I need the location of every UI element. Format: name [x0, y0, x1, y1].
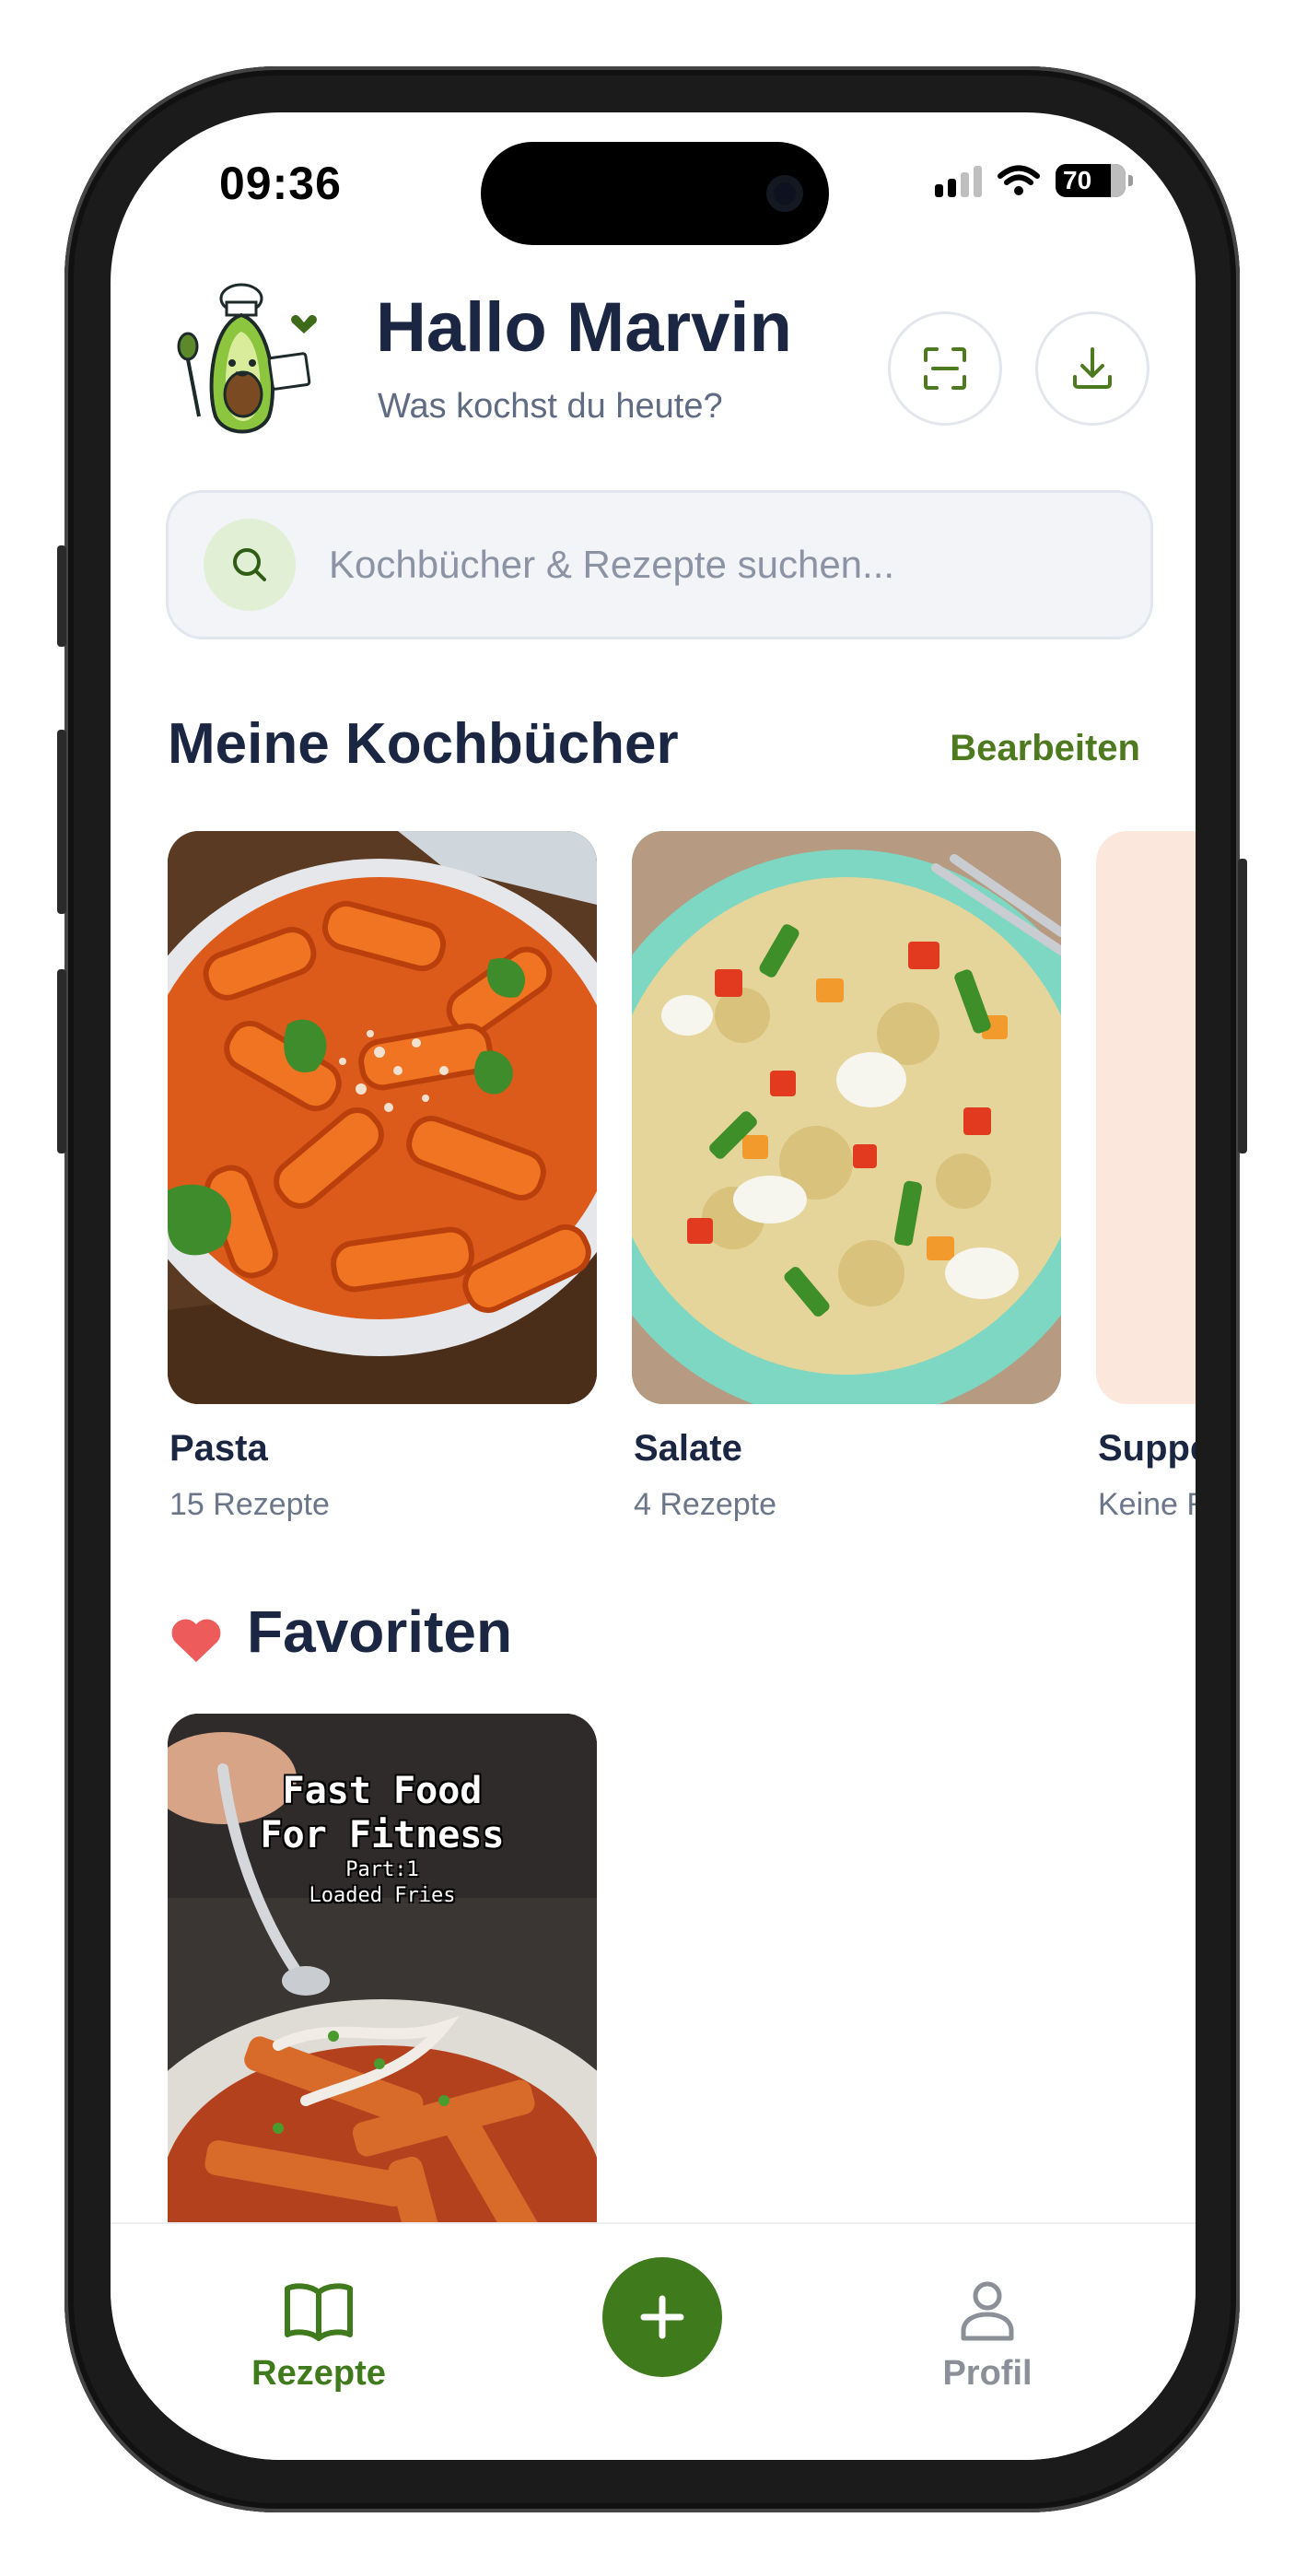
- favorite-title-line1: Fast Food: [282, 1770, 483, 1812]
- volume-down-button: [57, 969, 66, 1153]
- dynamic-island: [481, 142, 829, 245]
- favorite-recipe-card[interactable]: Fast Food For Fitness Part:1 Loaded Frie…: [168, 1714, 597, 2303]
- status-indicators: 70: [935, 164, 1133, 197]
- cookbook-title-pasta: Pasta: [169, 1428, 268, 1469]
- signal-icon: [935, 164, 982, 197]
- camera-icon: [766, 175, 803, 212]
- tab-profil-label: Profil: [942, 2354, 1033, 2393]
- status-time: 09:36: [219, 158, 342, 209]
- edit-cookbooks-link[interactable]: Bearbeiten: [950, 728, 1140, 769]
- search-input[interactable]: Kochbücher & Rezepte suchen...: [329, 543, 894, 587]
- cookbook-card-salate[interactable]: [632, 831, 1061, 1404]
- tab-rezepte-label: Rezepte: [251, 2354, 386, 2393]
- pasta-image: [168, 831, 597, 1404]
- search-icon: [233, 548, 266, 581]
- download-icon: [1073, 347, 1112, 389]
- search-bar[interactable]: Kochbücher & Rezepte suchen...: [166, 490, 1153, 639]
- tab-rezepte[interactable]: Rezepte: [227, 2279, 411, 2394]
- favorite-title-line3: Part:1: [345, 1858, 419, 1881]
- favorite-title-line2: For Fitness: [260, 1814, 505, 1856]
- greeting-subtitle: Was kochst du heute?: [378, 387, 723, 426]
- search-icon-wrap: [204, 519, 296, 611]
- cookbook-title-salate: Salate: [634, 1428, 742, 1469]
- cookbooks-heading: Meine Kochbücher: [168, 712, 679, 776]
- heart-icon: [171, 1619, 221, 1662]
- profile-icon: [961, 2281, 1014, 2341]
- side-button: [1238, 859, 1247, 1153]
- book-icon: [285, 2283, 353, 2341]
- battery-icon: 70: [1056, 164, 1133, 197]
- download-button[interactable]: [1035, 311, 1149, 426]
- cookbook-card-pasta[interactable]: [168, 831, 597, 1404]
- tab-profil[interactable]: Profil: [895, 2279, 1079, 2394]
- action-button: [57, 545, 66, 647]
- add-recipe-button[interactable]: [602, 2257, 722, 2377]
- scan-icon: [924, 347, 966, 390]
- scan-button[interactable]: [888, 311, 1002, 426]
- plus-icon: [640, 2295, 684, 2339]
- wifi-icon: [998, 165, 1040, 195]
- cookbook-count-pasta: 15 Rezepte: [169, 1487, 330, 1522]
- avocado-chef-avatar: [177, 283, 317, 434]
- cookbook-count-salate: 4 Rezepte: [634, 1487, 776, 1522]
- app-screen: 09:36 70 Hallo Marvin Was kochst du heut…: [111, 112, 1196, 2460]
- greeting-title: Hallo Marvin: [376, 288, 792, 367]
- volume-up-button: [57, 730, 66, 914]
- cookbook-title-suppe: Suppe: [1098, 1428, 1196, 1469]
- favorites-heading: Favoriten: [247, 1598, 513, 1665]
- salad-image: [632, 831, 1061, 1404]
- cookbook-card-suppe[interactable]: [1096, 831, 1196, 1404]
- favorite-title-line4: Loaded Fries: [309, 1884, 456, 1907]
- cookbook-count-suppe: Keine R: [1098, 1487, 1196, 1522]
- battery-level: 70: [1063, 166, 1092, 194]
- favorite-overlay-text: Fast Food For Fitness Part:1 Loaded Frie…: [168, 1769, 597, 1909]
